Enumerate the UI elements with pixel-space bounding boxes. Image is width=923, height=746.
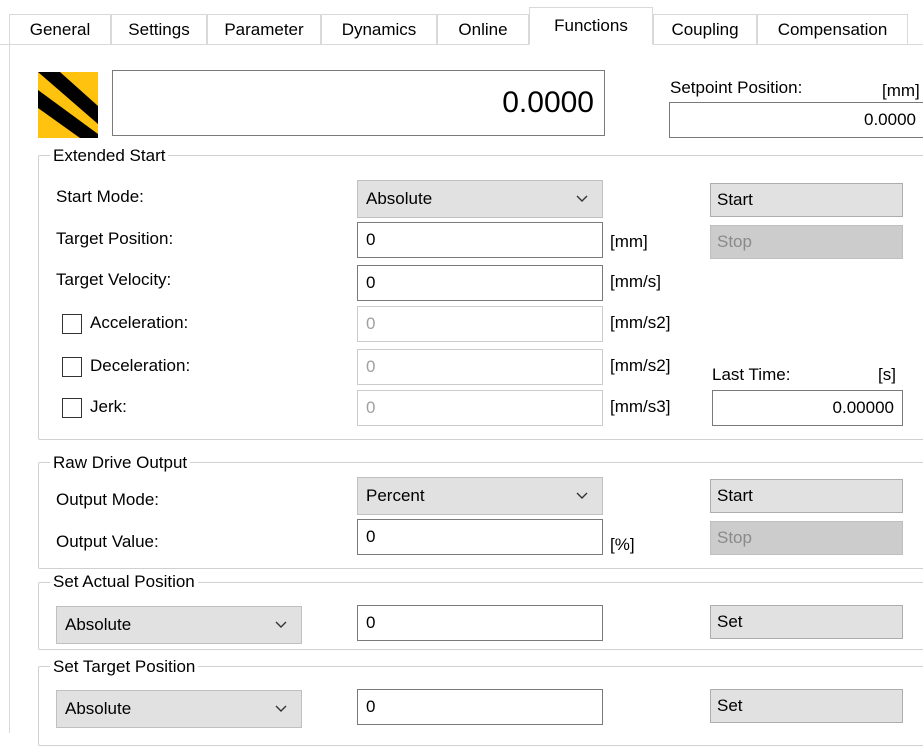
setpoint-unit-label: [mm]: [882, 81, 920, 100]
set-target-position-button[interactable]: Set: [710, 689, 903, 723]
set-actual-position-mode-value: Absolute: [65, 615, 132, 634]
set-target-position-mode-value: Absolute: [65, 699, 132, 718]
last-time-label: Last Time:: [712, 365, 791, 384]
deceleration-input[interactable]: 0: [357, 349, 603, 385]
target-position-input[interactable]: 0: [357, 222, 603, 258]
acceleration-unit: [mm/s2]: [610, 313, 671, 332]
extended-start-button[interactable]: Start: [710, 183, 903, 217]
deceleration-checkbox[interactable]: [62, 357, 82, 377]
acceleration-checkbox[interactable]: [62, 314, 82, 334]
panel-border: [9, 44, 10, 733]
target-velocity-input[interactable]: 0: [357, 265, 603, 301]
tab-coupling[interactable]: Coupling: [653, 14, 757, 44]
raw-output-stop-button[interactable]: Stop: [710, 521, 903, 555]
last-time-field: 0.00000: [712, 390, 903, 426]
set-actual-position-title: Set Actual Position: [50, 572, 198, 592]
chevron-down-icon: [576, 492, 588, 499]
extended-start-title: Extended Start: [50, 146, 169, 166]
tab-parameter[interactable]: Parameter: [207, 14, 321, 44]
tab-general[interactable]: General: [9, 14, 111, 44]
tab-online[interactable]: Online: [437, 14, 529, 44]
start-mode-dropdown[interactable]: Absolute: [357, 180, 603, 218]
set-actual-position-mode-dropdown[interactable]: Absolute: [56, 606, 302, 644]
start-mode-value: Absolute: [366, 189, 433, 208]
setpoint-position-label: Setpoint Position:: [670, 78, 803, 97]
acceleration-label: Acceleration:: [90, 313, 189, 332]
tab-compensation[interactable]: Compensation: [757, 14, 908, 44]
chevron-down-icon: [576, 195, 588, 202]
set-target-position-title: Set Target Position: [50, 657, 199, 677]
jerk-input[interactable]: 0: [357, 390, 603, 426]
tab-functions[interactable]: Functions: [529, 7, 653, 45]
output-mode-value: Percent: [366, 486, 425, 505]
last-time-unit: [s]: [878, 365, 896, 384]
output-value-unit: [%]: [610, 535, 635, 554]
start-mode-label: Start Mode:: [56, 187, 144, 206]
actual-position-display: 0.0000: [112, 70, 605, 136]
target-velocity-unit: [mm/s]: [610, 272, 661, 291]
raw-drive-output-title: Raw Drive Output: [50, 453, 191, 473]
target-position-label: Target Position:: [56, 229, 174, 248]
tab-settings[interactable]: Settings: [111, 14, 207, 44]
jerk-label: Jerk:: [90, 397, 127, 416]
set-target-position-mode-dropdown[interactable]: Absolute: [56, 690, 302, 728]
extended-stop-button[interactable]: Stop: [710, 225, 903, 259]
setpoint-position-field: 0.0000: [669, 102, 923, 138]
set-actual-position-input[interactable]: 0: [357, 605, 603, 641]
jerk-unit: [mm/s3]: [610, 397, 671, 416]
set-actual-position-button[interactable]: Set: [710, 605, 903, 639]
raw-output-start-button[interactable]: Start: [710, 479, 903, 513]
jerk-checkbox[interactable]: [62, 398, 82, 418]
tab-dynamics[interactable]: Dynamics: [321, 14, 437, 44]
target-velocity-label: Target Velocity:: [56, 270, 172, 289]
tab-bar: General Settings Parameter Dynamics Onli…: [0, 0, 923, 45]
chevron-down-icon: [275, 705, 287, 712]
deceleration-unit: [mm/s2]: [610, 356, 671, 375]
output-value-input[interactable]: 0: [357, 519, 603, 555]
chevron-down-icon: [275, 621, 287, 628]
output-value-label: Output Value:: [56, 532, 159, 551]
target-position-unit: [mm]: [610, 232, 648, 251]
set-target-position-input[interactable]: 0: [357, 689, 603, 725]
output-mode-label: Output Mode:: [56, 490, 160, 509]
axis-status-hazard-icon: [38, 72, 98, 138]
acceleration-input[interactable]: 0: [357, 306, 603, 342]
output-mode-dropdown[interactable]: Percent: [357, 477, 603, 515]
deceleration-label: Deceleration:: [90, 356, 191, 375]
